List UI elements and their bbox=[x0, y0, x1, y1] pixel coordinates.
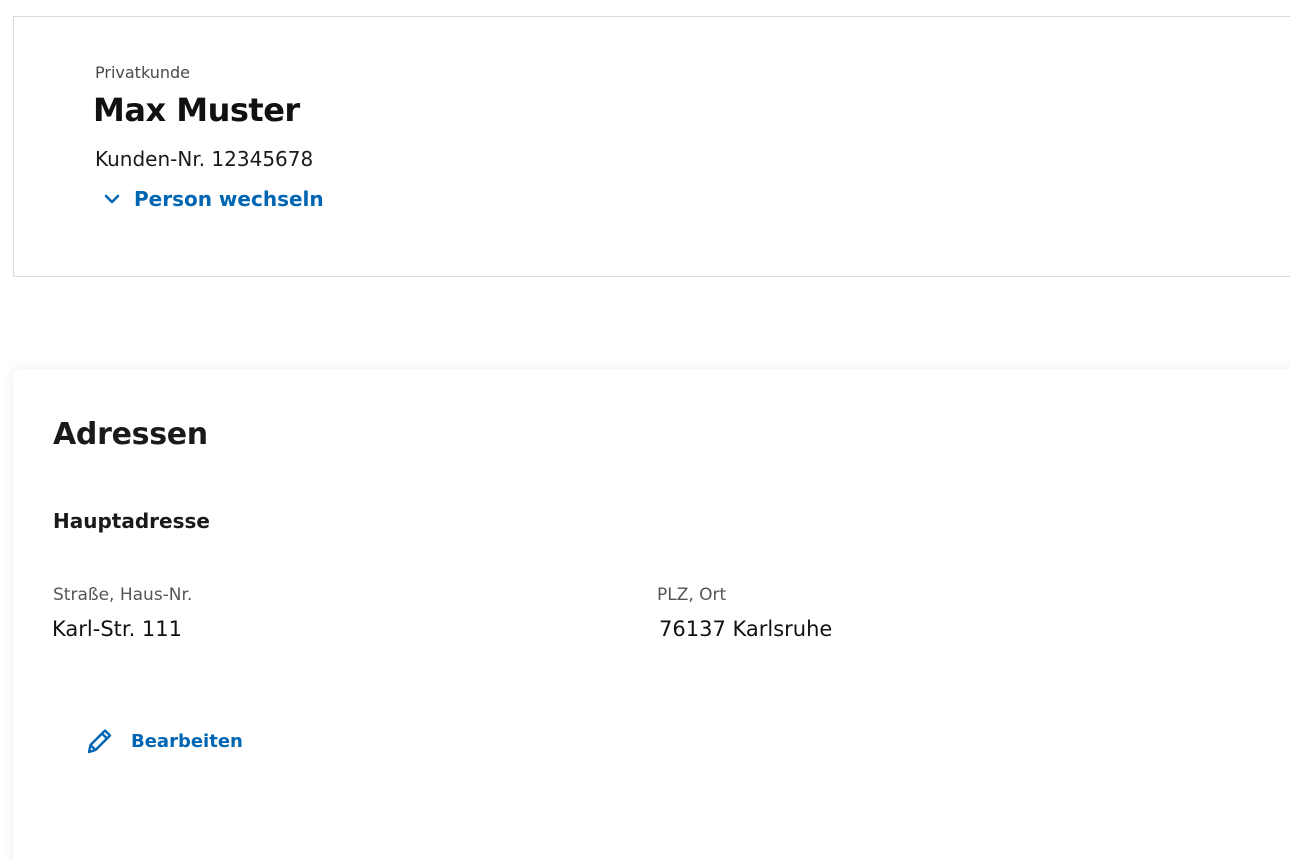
customer-type: Privatkunde bbox=[95, 63, 190, 82]
page: Privatkunde Max Muster Kunden-Nr. 123456… bbox=[0, 0, 1290, 860]
city-label: PLZ, Ort bbox=[657, 585, 727, 605]
address-card: Adressen Hauptadresse Straße, Haus-Nr. K… bbox=[13, 369, 1290, 860]
street-value: Karl-Str. 111 bbox=[52, 617, 183, 641]
pencil-icon bbox=[81, 723, 117, 759]
edit-address-button[interactable]: Bearbeiten bbox=[81, 723, 243, 759]
customer-name: Max Muster bbox=[93, 91, 300, 129]
main-address-heading: Hauptadresse bbox=[53, 509, 210, 533]
edit-label: Bearbeiten bbox=[131, 730, 243, 752]
chevron-down-icon bbox=[102, 189, 122, 209]
street-label: Straße, Haus-Nr. bbox=[53, 585, 193, 605]
switch-person-button[interactable]: Person wechseln bbox=[102, 187, 324, 211]
addresses-title: Adressen bbox=[53, 417, 208, 452]
customer-card: Privatkunde Max Muster Kunden-Nr. 123456… bbox=[13, 16, 1290, 277]
switch-person-label: Person wechseln bbox=[134, 187, 324, 211]
city-value: 76137 Karlsruhe bbox=[659, 617, 833, 641]
customer-number: Kunden-Nr. 12345678 bbox=[95, 147, 314, 171]
